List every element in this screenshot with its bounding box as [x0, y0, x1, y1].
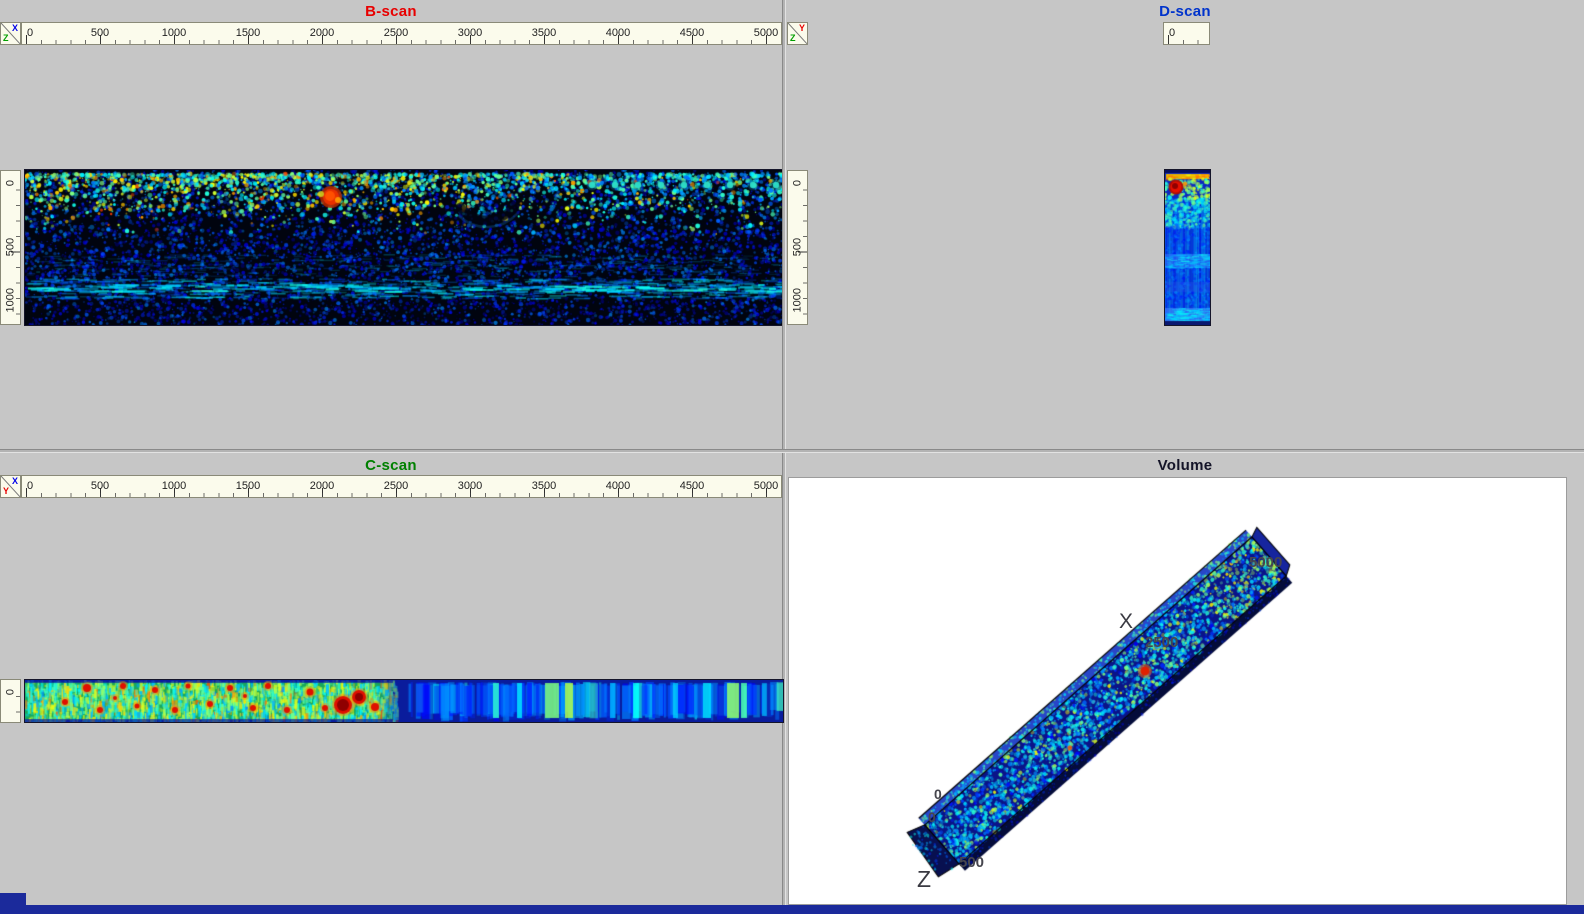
dscan-image[interactable] [1164, 169, 1211, 326]
ruler-tick: 3500 [532, 480, 556, 492]
bscan-axis-corner: X Z [0, 22, 21, 45]
bscan-haxis-letter: X [12, 24, 18, 33]
ruler-tick: 5000 [754, 27, 778, 39]
ruler-tick: 0 [27, 480, 33, 492]
ruler-tick: 0 [792, 174, 804, 193]
ruler-tick: 3000 [458, 480, 482, 492]
ruler-tick: 1000 [792, 294, 804, 313]
cscan-h-ruler: 0 500 1000 1500 2000 2500 3000 3500 4000… [21, 475, 782, 498]
ruler-tick: 0 [5, 174, 17, 193]
cscan-vaxis-letter: Y [3, 487, 9, 496]
dscan-v-ruler: 0 500 1000 [787, 170, 808, 325]
ruler-tick: 1000 [162, 27, 186, 39]
ruler-tick: 2000 [310, 27, 334, 39]
ruler-tick: 4000 [606, 480, 630, 492]
ruler-tick: 3000 [458, 27, 482, 39]
bscan-h-ruler: 0 500 1000 1500 2000 2500 3000 3500 4000… [21, 22, 782, 45]
volume-render[interactable] [789, 478, 1566, 904]
ruler-tick: 0 [1169, 27, 1175, 39]
ruler-tick: 0 [27, 27, 33, 39]
ruler-tick: 3500 [532, 27, 556, 39]
dscan-haxis-letter: Y [799, 24, 805, 33]
ruler-tick: 2500 [384, 480, 408, 492]
bscan-vaxis-letter: Z [3, 34, 9, 43]
volume-tick-z-mid: 500 [959, 854, 984, 871]
ruler-tick: 500 [792, 238, 804, 257]
ruler-tick: 500 [91, 480, 109, 492]
cscan-image[interactable] [24, 679, 784, 723]
volume-tick-z-min: 0 [928, 809, 936, 825]
volume-axis-z-label: Z [917, 866, 931, 893]
ruler-tick: 2500 [384, 27, 408, 39]
volume-tick-x-max: 5000 [1249, 554, 1282, 571]
volume-tick-x-mid: 2500 [1145, 634, 1178, 651]
dscan-vaxis-letter: Z [790, 34, 796, 43]
ruler-tick: 500 [91, 27, 109, 39]
ruler-tick: 5000 [754, 480, 778, 492]
ruler-tick: 1000 [5, 294, 17, 313]
ruler-tick: 500 [5, 238, 17, 257]
ruler-tick: 2000 [310, 480, 334, 492]
ruler-tick: 1000 [162, 480, 186, 492]
dscan-h-ruler: 0 [1163, 22, 1210, 45]
volume-axis-x-label: X [1119, 610, 1133, 634]
ruler-tick: 4500 [680, 27, 704, 39]
dscan-axis-corner: Y Z [787, 22, 808, 45]
bscan-v-ruler: 0 500 1000 [0, 170, 21, 325]
bscan-image[interactable] [24, 169, 784, 326]
ruler-tick: 0 [5, 683, 17, 702]
cscan-v-ruler: 0 [0, 679, 21, 723]
dscan-title: D-scan [786, 3, 1584, 20]
cscan-title: C-scan [0, 457, 782, 474]
ruler-tick: 1500 [236, 480, 260, 492]
volume-title: Volume [786, 457, 1584, 474]
cscan-axis-corner: X Y [0, 475, 21, 498]
volume-view[interactable]: 5000 X 2500 0 0 500 Z [788, 477, 1567, 905]
taskbar-strip [0, 905, 1584, 914]
bscan-panel: B-scan X Z 0 500 1000 1500 2000 2500 300… [0, 0, 782, 450]
cscan-haxis-letter: X [12, 477, 18, 486]
bscan-title: B-scan [0, 3, 782, 20]
ruler-tick: 1500 [236, 27, 260, 39]
volume-tick-x-min: 0 [934, 786, 942, 802]
ruler-tick: 4000 [606, 27, 630, 39]
ruler-tick: 4500 [680, 480, 704, 492]
